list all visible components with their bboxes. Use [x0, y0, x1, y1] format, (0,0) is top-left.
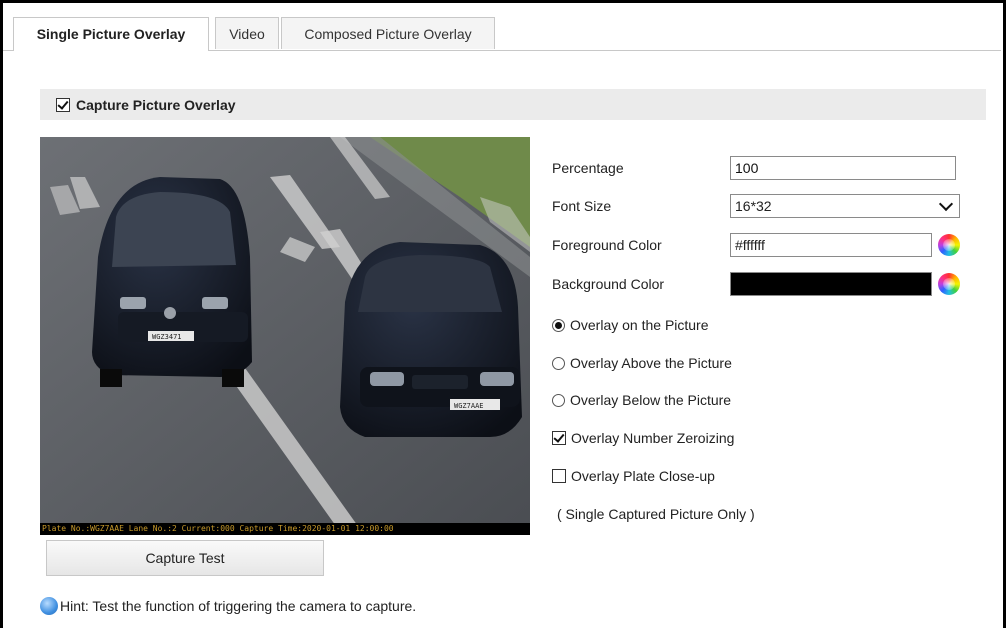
section-title: Capture Picture Overlay: [76, 96, 236, 113]
percentage-row: Percentage: [552, 155, 992, 181]
plate-closeup-label: Overlay Plate Close-up: [571, 468, 715, 484]
hint-text: Hint: Test the function of triggering th…: [60, 598, 417, 614]
overlay-below-picture-option[interactable]: Overlay Below the Picture: [552, 387, 731, 413]
single-picture-note: ( Single Captured Picture Only ): [557, 506, 755, 522]
background-color-input[interactable]: [730, 272, 932, 296]
overlay-text-strip: Plate No.:WGZ7AAE Lane No.:2 Current:000…: [40, 523, 530, 535]
capture-overlay-header: Capture Picture Overlay: [40, 89, 986, 120]
road-scene: WGZ3471 WGZ7AAE: [40, 137, 530, 535]
background-color-row: Background Color: [552, 271, 992, 297]
background-color-label: Background Color: [552, 276, 665, 292]
overlay-above-picture-radio[interactable]: [552, 356, 565, 370]
left-vehicle: [92, 177, 252, 387]
chevron-down-icon: [938, 196, 954, 212]
info-icon: [40, 597, 58, 615]
foreground-color-input[interactable]: #ffffff: [730, 233, 932, 257]
foreground-color-label: Foreground Color: [552, 237, 662, 253]
overlay-below-picture-label: Overlay Below the Picture: [570, 392, 732, 408]
capture-test-button[interactable]: Capture Test: [46, 540, 324, 576]
font-size-label: Font Size: [552, 198, 612, 214]
plate-closeup-option[interactable]: Overlay Plate Close-up: [552, 463, 715, 489]
zeroizing-option[interactable]: Overlay Number Zeroizing: [552, 425, 734, 451]
percentage-label: Percentage: [552, 160, 624, 176]
frame-top-border: [0, 0, 1006, 3]
left-plate-text: WGZ3471: [152, 333, 182, 341]
single-picture-note-row: ( Single Captured Picture Only ): [557, 501, 755, 527]
overlay-above-picture-option[interactable]: Overlay Above the Picture: [552, 350, 732, 376]
foreground-color-row: Foreground Color #ffffff: [552, 232, 992, 258]
overlay-below-picture-radio[interactable]: [552, 393, 565, 407]
font-size-select[interactable]: 16*32: [730, 194, 960, 218]
capture-overlay-checkbox[interactable]: [56, 97, 70, 112]
color-wheel-icon[interactable]: [938, 234, 960, 256]
zeroizing-label: Overlay Number Zeroizing: [571, 430, 735, 446]
hint: Hint: Test the function of triggering th…: [40, 596, 416, 616]
color-wheel-icon[interactable]: [938, 273, 960, 295]
zeroizing-checkbox[interactable]: [552, 431, 566, 445]
tab-single-picture-overlay[interactable]: Single Picture Overlay: [13, 17, 209, 51]
overlay-above-picture-label: Overlay Above the Picture: [570, 355, 732, 371]
percentage-input[interactable]: [730, 156, 956, 180]
right-vehicle: [340, 242, 522, 437]
foreground-color-value: #ffffff: [735, 237, 765, 253]
plate-closeup-checkbox[interactable]: [552, 469, 566, 483]
tab-video[interactable]: Video: [215, 17, 279, 49]
frame-left-border: [0, 0, 3, 628]
capture-preview-image: WGZ3471 WGZ7AAE Plate No.:WGZ7AAE Lane N…: [40, 137, 530, 535]
tab-bar: Single Picture Overlay Video Composed Pi…: [3, 17, 1001, 51]
font-size-row: Font Size 16*32: [552, 193, 992, 219]
overlay-on-picture-radio[interactable]: [552, 318, 565, 332]
right-plate-text: WGZ7AAE: [454, 402, 484, 410]
overlay-on-picture-label: Overlay on the Picture: [570, 317, 709, 333]
font-size-value: 16*32: [735, 198, 772, 214]
tab-composed-picture-overlay[interactable]: Composed Picture Overlay: [281, 17, 495, 49]
overlay-on-picture-option[interactable]: Overlay on the Picture: [552, 312, 709, 338]
